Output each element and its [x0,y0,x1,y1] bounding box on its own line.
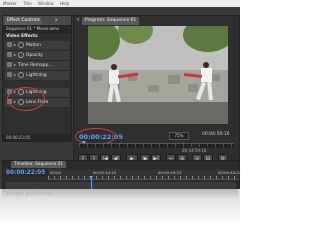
video-frame [88,26,228,124]
effect-icon [18,51,24,58]
zoom-select[interactable]: 75% [169,132,189,140]
timeline-timecode[interactable]: 00:00:22:05 [6,170,45,176]
video-ground [88,102,228,124]
ruler-ticks [48,176,239,179]
menu-help[interactable]: Help [60,1,69,6]
effect-row-lightning-1[interactable]: Lightning [5,71,69,81]
time-ruler-ticks [79,143,234,147]
ruler-label: 00:00:44:22 [218,170,242,175]
fx-toggle-icon[interactable] [7,62,12,67]
effect-row-time-remapping[interactable]: Time Remapp... [5,61,69,71]
menu-title[interactable]: Title [23,1,32,6]
menu-window[interactable]: Window [38,1,54,6]
timeline-panel: Timeline: Sequence 01 00:00:22:05 00:00 … [2,160,242,191]
premiere-workspace: Effect Controls ⅹ Sequence 01 * Movie.wm… [0,7,242,191]
ruler-label: 00:00:29:23 [158,170,182,175]
program-monitor-panel: × Program: Sequence 01 00:00:22:05 75% 0… [73,15,240,167]
tab-timeline[interactable]: Timeline: Sequence 01 [11,161,67,168]
effect-label: Time Remapp... [18,63,53,68]
sequence-clip-label: Sequence 01 * Movie.wmv [3,25,71,33]
ruler-label: 00:00 [50,170,61,175]
tab-effect-controls[interactable]: Effect Controls [5,17,42,25]
effect-controls-timecode: 00:00:22:05 [3,134,71,141]
highlight-circle-effects [7,87,45,111]
fx-toggle-icon[interactable] [7,52,12,57]
effect-row-motion[interactable]: Motion [5,41,69,51]
expand-triangle-icon[interactable] [14,53,16,56]
video-track[interactable] [6,182,236,189]
effect-icon [18,41,24,48]
panel-tab-strip: Effect Controls ⅹ [3,16,71,25]
fx-toggle-icon[interactable] [7,42,12,47]
effect-controls-panel: Effect Controls ⅹ Sequence 01 * Movie.wm… [2,15,72,142]
duration-timecode: 00:04:59:16 [202,132,230,137]
timeline-ruler[interactable]: 00:00 00:00:14:23 00:00:29:23 00:00:44:2… [48,169,242,180]
expand-triangle-icon[interactable] [14,43,16,46]
tab-close-icon[interactable]: ⅹ [53,17,60,25]
menu-bar: Marker Title Window Help [0,0,240,7]
menu-marker[interactable]: Marker [3,1,17,6]
effect-icon [18,71,24,78]
reflection-text: Timeline: Sequence 01 [6,191,52,196]
effect-label: Opacity [26,53,43,58]
fx-toggle-icon[interactable] [7,72,12,77]
expand-triangle-icon[interactable] [14,73,16,76]
ruler-label: 00:00:14:23 [93,170,117,175]
playhead-marker[interactable] [82,141,86,144]
effect-label: Motion [26,43,41,48]
effect-row-opacity[interactable]: Opacity [5,51,69,61]
close-icon[interactable]: × [76,18,80,23]
tab-program-monitor[interactable]: Program: Sequence 01 [82,17,140,25]
effect-label: Lightning [26,73,47,78]
video-effects-heading: Video Effects [6,34,38,39]
screenshot-reflection: Timeline: Sequence 01 [0,189,240,240]
ruler-end-label: 00:04:59:16 [182,148,207,153]
expand-triangle-icon[interactable] [14,63,16,66]
